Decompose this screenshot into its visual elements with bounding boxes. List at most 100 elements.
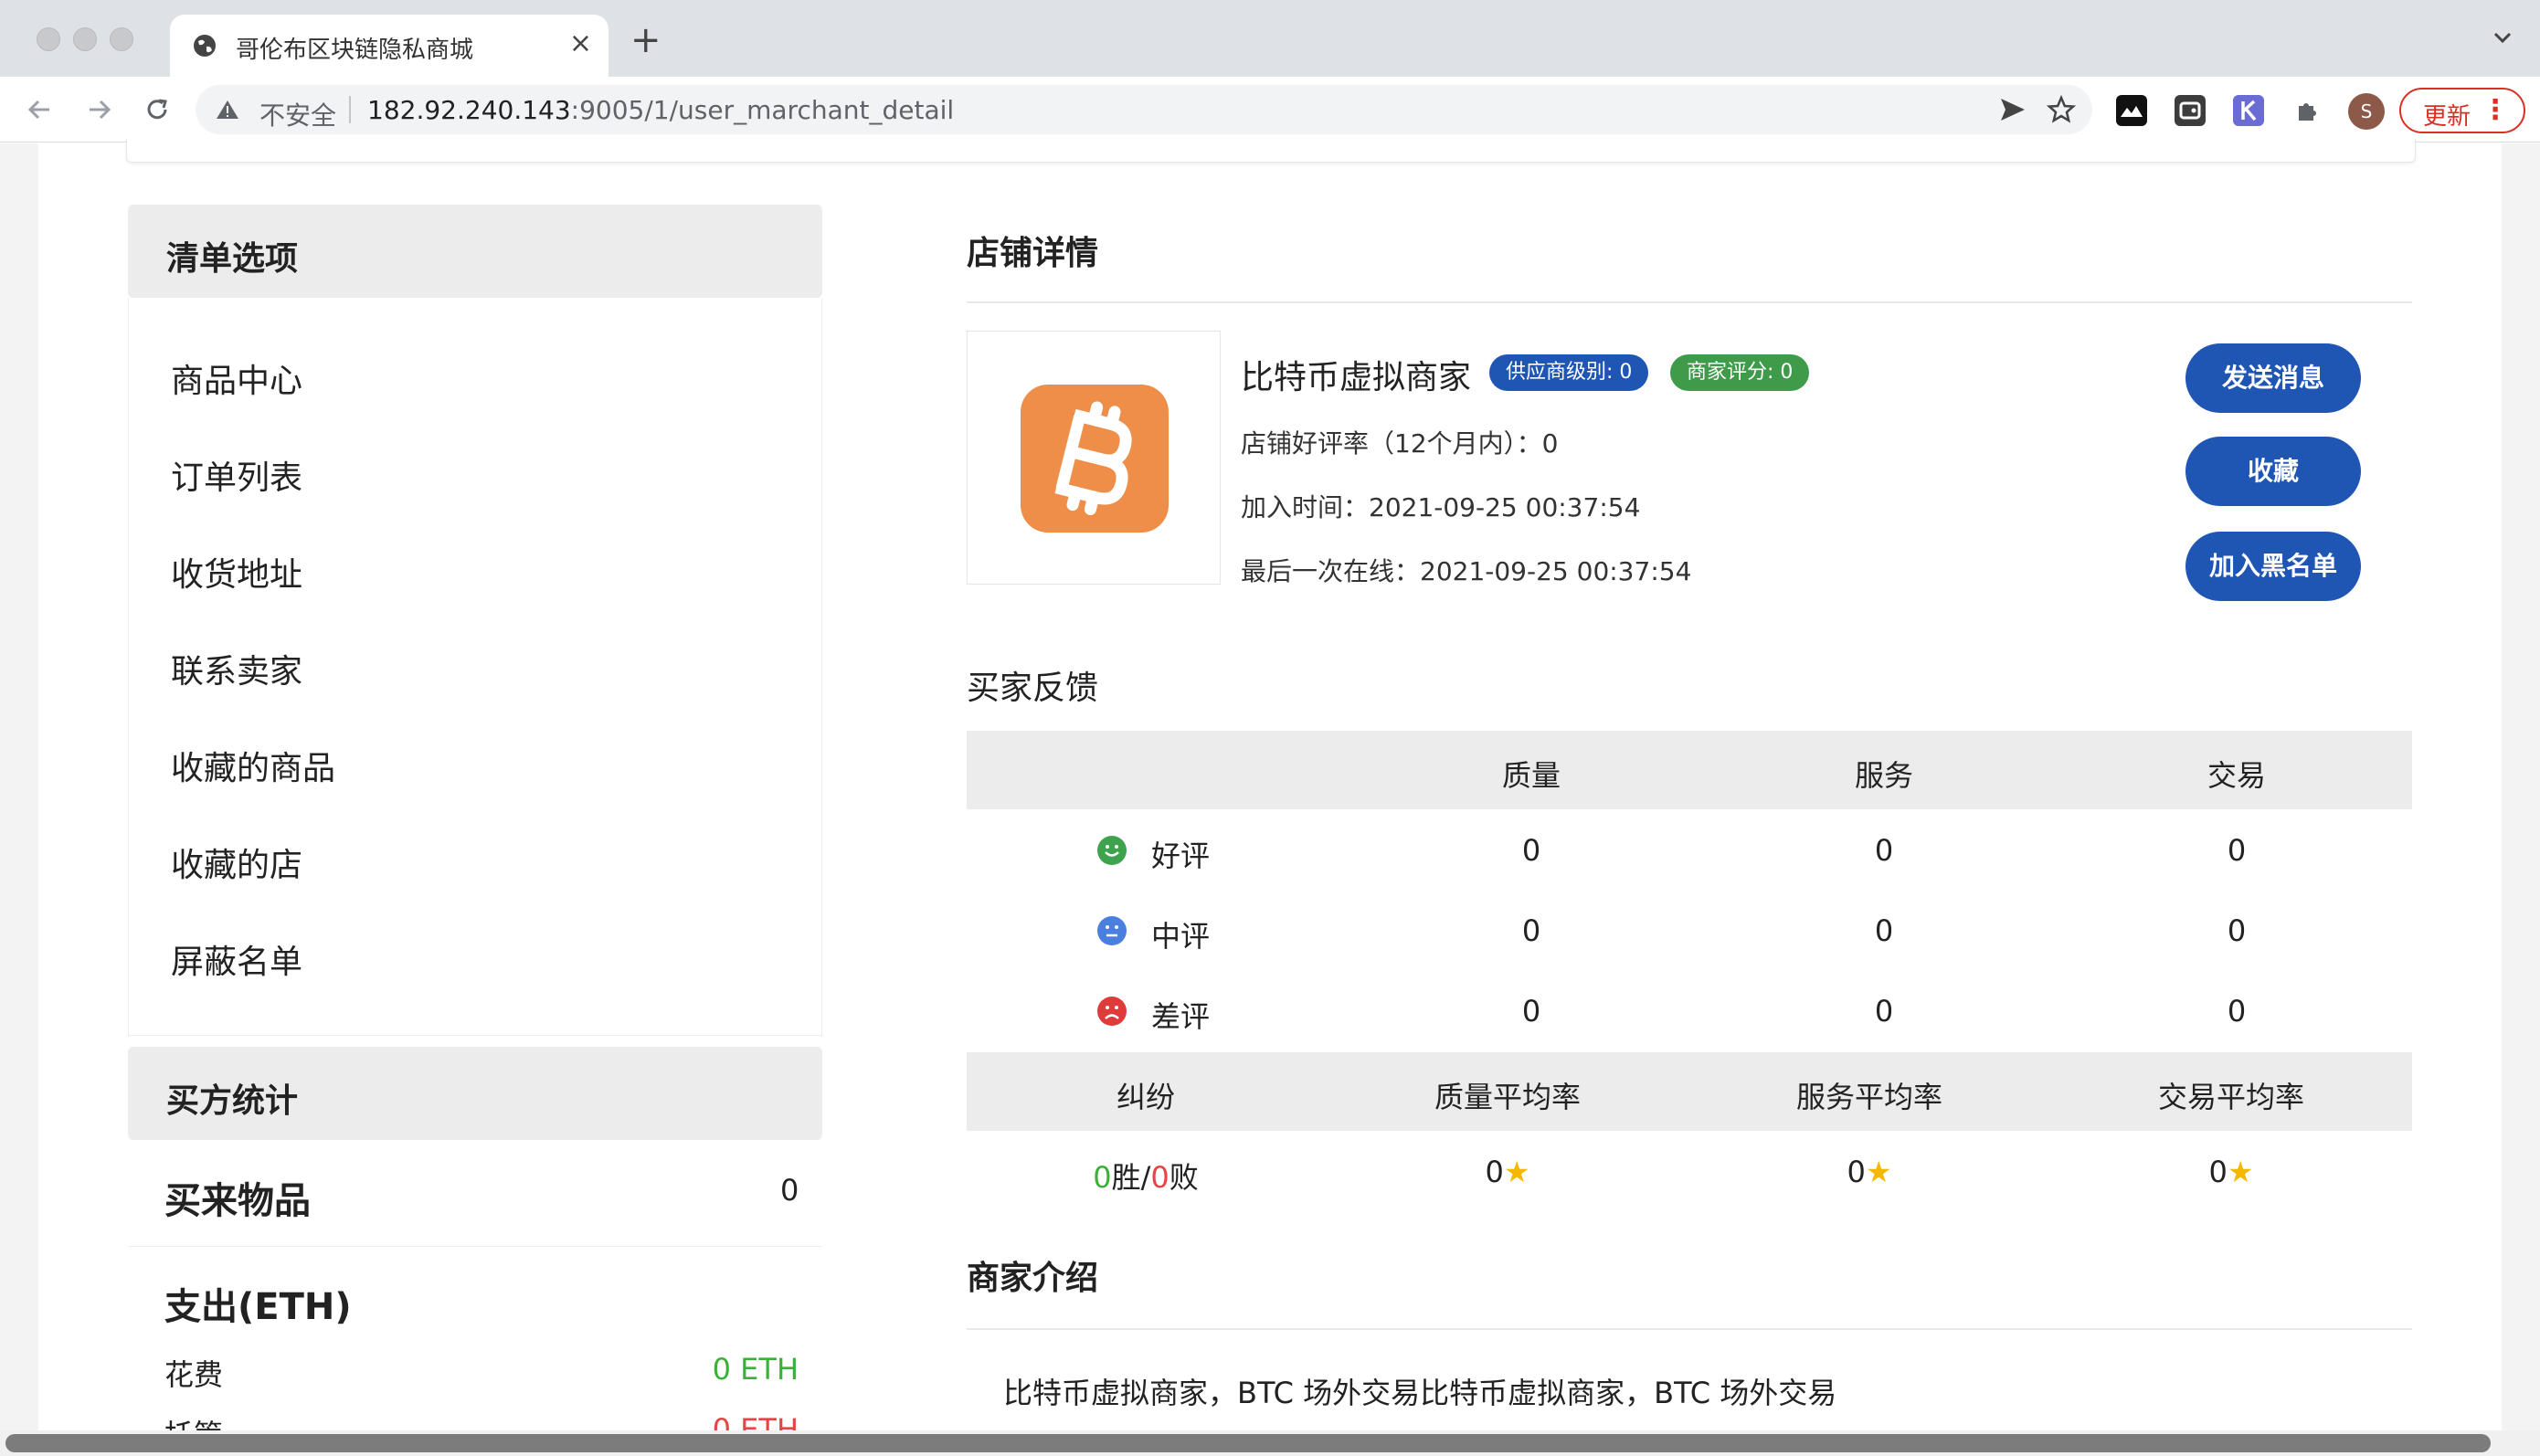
column-service: 服务 (1854, 758, 1914, 793)
sidebar-menu: 商品中心 订单列表 收货地址 联系卖家 收藏的商品 收藏的店 屏蔽名单 (128, 298, 822, 1036)
warning-triangle-icon[interactable] (216, 99, 239, 121)
new-tab-button[interactable]: + (630, 22, 661, 58)
transaction-average: 0★ (2208, 1155, 2253, 1189)
browser-tab-bar: 哥伦布区块链隐私商城 × + (0, 0, 2540, 77)
tab-close-icon[interactable]: × (569, 27, 592, 60)
merchant-score-badge: 商家评分: 0 (1670, 354, 1810, 391)
dispute-separator: / (1140, 1160, 1151, 1195)
shop-details-title: 店铺详情 (967, 235, 1099, 272)
dispute-win-label: 胜 (1111, 1160, 1141, 1195)
feedback-row-positive-label: 好评 (1151, 839, 1211, 873)
negative-service-value: 0 (1874, 994, 1894, 1029)
quality-average-value: 0 (1485, 1155, 1504, 1189)
neutral-service-value: 0 (1874, 913, 1894, 948)
column-quality: 质量 (1501, 758, 1561, 793)
feedback-row-neutral-label: 中评 (1151, 919, 1211, 954)
column-transaction-average: 交易平均率 (2157, 1080, 2305, 1114)
bought-items-label: 买来物品 (164, 1180, 311, 1222)
sidebar-item-shipping-address[interactable]: 收货地址 (171, 548, 302, 596)
add-to-blacklist-button[interactable]: 加入黑名单 (2185, 532, 2361, 601)
merchant-intro-divider (967, 1328, 2412, 1330)
bought-items-value: 0 (780, 1173, 799, 1208)
feedback-row-negative-label: 差评 (1151, 999, 1211, 1034)
horizontal-scrollbar-thumb[interactable] (5, 1434, 2491, 1452)
column-service-average: 服务平均率 (1795, 1080, 1943, 1114)
sidebar-item-block-list[interactable]: 屏蔽名单 (171, 935, 302, 983)
update-button[interactable]: 更新 ⋮ (2399, 88, 2525, 133)
forward-arrow-icon[interactable] (82, 93, 115, 126)
merchant-intro-text: 比特币虚拟商家，BTC 场外交易比特币虚拟商家，BTC 场外交易 (1003, 1376, 1837, 1410)
positive-service-value: 0 (1874, 833, 1894, 868)
tab-title: 哥伦布区块链隐私商城 (236, 37, 474, 64)
shop-rating-line: 店铺好评率（12个月内）：0 (1241, 428, 1559, 459)
star-icon: ★ (1503, 1155, 1530, 1189)
url-path: :9005/1/user_marchant_detail (570, 95, 955, 125)
summary-table-header: 纠纷 质量平均率 服务平均率 交易平均率 (967, 1052, 2412, 1131)
stats-divider (128, 1246, 822, 1247)
profile-avatar[interactable]: S (2348, 93, 2385, 130)
globe-icon (194, 35, 216, 57)
fee-label: 花费 (164, 1357, 224, 1392)
window-zoom-button[interactable] (110, 27, 133, 51)
buyer-stats-header: 买方统计 (128, 1047, 822, 1140)
sidebar-item-favorite-shops[interactable]: 收藏的店 (171, 839, 302, 886)
feedback-table-header: 质量 服务 交易 (967, 731, 2412, 809)
extension-wallet-icon[interactable] (2175, 95, 2206, 126)
breadcrumb-card (126, 139, 2416, 163)
reload-icon[interactable] (141, 93, 174, 126)
fee-value: 0 ETH (712, 1352, 799, 1387)
url-host: 182.92.240.143 (367, 95, 571, 125)
service-average: 0★ (1847, 1155, 1891, 1189)
smile-face-icon (1097, 836, 1127, 865)
dispute-loss-label: 败 (1169, 1160, 1199, 1195)
column-quality-average: 质量平均率 (1434, 1080, 1582, 1114)
bookmark-star-icon[interactable] (2047, 95, 2076, 124)
list-options-header: 清单选项 (128, 205, 822, 298)
url-text[interactable]: 182.92.240.143:9005/1/user_marchant_deta… (367, 95, 954, 125)
send-tab-icon[interactable] (1999, 97, 2027, 122)
sidebar-item-favorite-products[interactable]: 收藏的商品 (171, 742, 335, 789)
sidebar-item-contact-seller[interactable]: 联系卖家 (171, 645, 302, 692)
negative-quality-value: 0 (1521, 994, 1541, 1029)
neutral-quality-value: 0 (1521, 913, 1541, 948)
not-secure-label[interactable]: 不安全 (259, 96, 336, 132)
back-arrow-icon[interactable] (24, 93, 57, 126)
dispute-record: 0胜/0败 (1093, 1155, 1199, 1197)
address-bar[interactable]: 不安全 182.92.240.143:9005/1/user_marchant_… (196, 85, 2092, 134)
window-close-button[interactable] (37, 27, 60, 51)
address-separator (349, 96, 351, 123)
update-label: 更新 (2423, 103, 2471, 131)
send-message-button[interactable]: 发送消息 (2185, 343, 2361, 413)
extension-mountain-icon[interactable] (2116, 95, 2147, 126)
shop-name: 比特币虚拟商家 (1241, 359, 1472, 396)
spend-title: 支出(ETH) (164, 1286, 352, 1328)
merchant-intro-title: 商家介绍 (967, 1260, 1099, 1297)
shop-logo-frame (967, 331, 1221, 585)
sidebar-item-order-list[interactable]: 订单列表 (171, 451, 302, 499)
star-icon: ★ (2227, 1155, 2254, 1189)
extensions-puzzle-icon[interactable] (2291, 95, 2323, 126)
tab-search-chevron-icon[interactable] (2491, 26, 2514, 49)
transaction-average-value: 0 (2208, 1155, 2228, 1189)
column-transaction: 交易 (2207, 758, 2267, 793)
dispute-wins: 0 (1093, 1160, 1112, 1195)
service-average-value: 0 (1847, 1155, 1866, 1189)
sidebar-item-product-center[interactable]: 商品中心 (171, 354, 302, 402)
star-icon: ★ (1865, 1155, 1892, 1189)
join-time-line: 加入时间：2021-09-25 00:37:54 (1241, 492, 1641, 522)
extension-k-icon[interactable] (2233, 95, 2264, 126)
last-online-line: 最后一次在线：2021-09-25 00:37:54 (1241, 556, 1692, 586)
positive-transaction-value: 0 (2227, 833, 2247, 868)
favorite-shop-button[interactable]: 收藏 (2185, 437, 2361, 506)
dispute-losses: 0 (1150, 1160, 1169, 1195)
shop-details-divider (967, 301, 2412, 303)
column-dispute: 纠纷 (1116, 1080, 1176, 1114)
more-menu-icon: ⋮ (2482, 94, 2509, 126)
neutral-transaction-value: 0 (2227, 913, 2247, 948)
bitcoin-logo-icon (1021, 385, 1169, 533)
negative-transaction-value: 0 (2227, 994, 2247, 1029)
browser-toolbar: 不安全 182.92.240.143:9005/1/user_marchant_… (0, 77, 2540, 142)
window-minimize-button[interactable] (73, 27, 97, 51)
buyer-stats-title: 买方统计 (166, 1082, 299, 1120)
browser-tab[interactable]: 哥伦布区块链隐私商城 × (170, 15, 609, 77)
